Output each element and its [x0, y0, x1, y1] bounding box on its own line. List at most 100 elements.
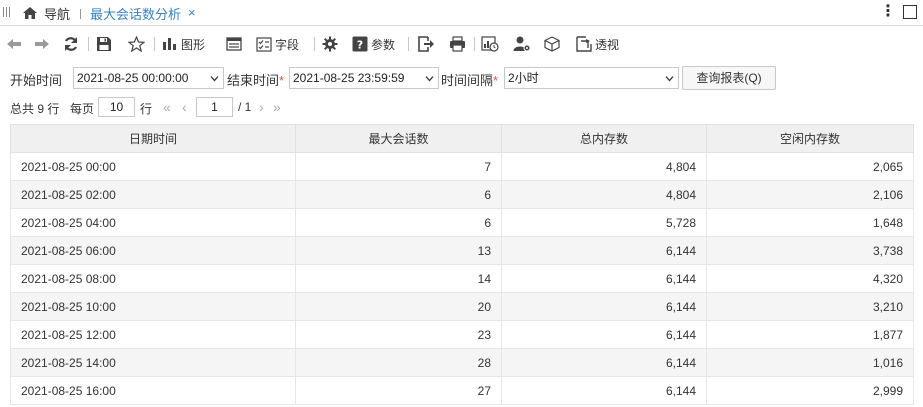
save-icon: [97, 37, 111, 51]
bar-chart-icon: [163, 38, 176, 50]
table-row[interactable]: 2021-08-25 02:00 6 4,804 2,106: [10, 180, 914, 209]
query-report-button[interactable]: 查询报表(Q): [682, 66, 776, 90]
cell-datetime: 2021-08-25 14:00: [10, 348, 296, 377]
cell-max-sessions: 7: [295, 152, 502, 181]
end-time-label: 结束时间*: [227, 73, 285, 88]
current-page-input[interactable]: [196, 97, 233, 117]
pivot-button[interactable]: 透视: [576, 33, 619, 55]
cell-max-sessions: 14: [295, 264, 502, 293]
cell-free-memory: 1,016: [706, 348, 914, 377]
params-button-label: 参数: [371, 37, 396, 52]
cell-datetime: 2021-08-25 16:00: [10, 376, 296, 405]
schedule-button[interactable]: [481, 33, 499, 55]
tab-bar: 导航 最大会话数分析 × ⋮: [0, 0, 923, 26]
table-row[interactable]: 2021-08-25 04:00 6 5,728 1,648: [10, 208, 914, 237]
arrow-right-icon: [35, 39, 49, 49]
printer-icon: [450, 36, 465, 52]
toolbar-divider: [314, 37, 315, 51]
cell-free-memory: 1,877: [706, 320, 914, 349]
cell-datetime: 2021-08-25 06:00: [10, 236, 296, 265]
interval-label: 时间间隔*: [441, 73, 499, 88]
total-pages-text: / 1: [238, 100, 252, 114]
favorite-button[interactable]: [128, 33, 145, 55]
tab-home[interactable]: 导航: [22, 0, 70, 26]
cube-icon: [544, 36, 560, 52]
table-row[interactable]: 2021-08-25 06:00 13 6,144 3,738: [10, 236, 914, 265]
chart-button-label: 图形: [181, 37, 206, 52]
interval-select[interactable]: 2小时: [504, 67, 679, 89]
table-header-row: 日期时间 最大会话数 总内存数 空闲内存数: [10, 124, 914, 153]
forward-button[interactable]: [34, 33, 50, 55]
tab-max-sessions[interactable]: 最大会话数分析: [90, 0, 181, 26]
column-header[interactable]: 空闲内存数: [706, 124, 914, 153]
cell-total-memory: 6,144: [501, 376, 707, 405]
cell-max-sessions: 6: [295, 180, 502, 209]
per-page-input[interactable]: [98, 97, 135, 117]
toolbar-divider: [88, 37, 89, 51]
cell-max-sessions: 28: [295, 348, 502, 377]
rows-unit-label: 行: [140, 102, 153, 116]
column-header[interactable]: 最大会话数: [295, 124, 502, 153]
print-button[interactable]: [449, 33, 466, 55]
end-time-field[interactable]: 2021-08-25 23:59:59: [289, 67, 439, 89]
fields-button-label: 字段: [275, 37, 300, 52]
pager: 总共 9 行 每页 行 « ‹ / 1 › »: [0, 96, 923, 118]
cell-max-sessions: 6: [295, 208, 502, 237]
start-time-label: 开始时间: [10, 73, 63, 88]
cell-total-memory: 5,728: [501, 208, 707, 237]
arrow-left-icon: [7, 39, 21, 49]
cell-datetime: 2021-08-25 04:00: [10, 208, 296, 237]
chart-button[interactable]: 图形: [162, 33, 205, 55]
column-header[interactable]: 总内存数: [501, 124, 707, 153]
drag-grip-icon[interactable]: [3, 7, 13, 19]
toolbar-divider: [408, 37, 409, 51]
gear-icon: [322, 36, 338, 52]
table-row[interactable]: 2021-08-25 10:00 20 6,144 3,210: [10, 292, 914, 321]
checklist-icon: [256, 36, 272, 52]
settings-button[interactable]: [322, 33, 338, 55]
layout-button[interactable]: [226, 33, 242, 55]
layout-icon: [226, 37, 242, 51]
first-page-icon[interactable]: «: [163, 100, 171, 114]
more-vertical-icon[interactable]: ⋮: [880, 3, 896, 21]
export-button[interactable]: [418, 33, 435, 55]
toolbar-divider: [154, 37, 155, 51]
pivot-icon: [576, 36, 592, 52]
chevron-down-icon: [210, 76, 219, 82]
cell-total-memory: 6,144: [501, 292, 707, 321]
toolbar-divider: [474, 37, 475, 51]
data-table: 日期时间 最大会话数 总内存数 空闲内存数 2021-08-25 00:00 7…: [10, 124, 914, 405]
cube-button[interactable]: [544, 33, 561, 55]
user-settings-button[interactable]: [513, 33, 531, 55]
cell-datetime: 2021-08-25 08:00: [10, 264, 296, 293]
save-button[interactable]: [96, 33, 112, 55]
user-gear-icon: [513, 36, 531, 52]
params-button[interactable]: ? 参数: [352, 33, 395, 55]
chevron-down-icon: [425, 76, 434, 82]
last-page-icon[interactable]: »: [273, 100, 281, 114]
table-row[interactable]: 2021-08-25 16:00 27 6,144 2,999: [10, 376, 914, 405]
table-row[interactable]: 2021-08-25 12:00 23 6,144 1,877: [10, 320, 914, 349]
cell-free-memory: 3,210: [706, 292, 914, 321]
maximize-icon[interactable]: [903, 5, 917, 19]
table-row[interactable]: 2021-08-25 00:00 7 4,804 2,065: [10, 152, 914, 181]
next-page-icon[interactable]: ›: [259, 100, 264, 114]
close-icon[interactable]: ×: [188, 6, 196, 20]
pivot-button-label: 透视: [595, 37, 620, 52]
start-time-field[interactable]: 2021-08-25 00:00:00: [73, 67, 224, 89]
back-button[interactable]: [6, 33, 22, 55]
tab-active-label: 最大会话数分析: [90, 6, 182, 22]
cell-max-sessions: 23: [295, 320, 502, 349]
cell-free-memory: 2,106: [706, 180, 914, 209]
cell-max-sessions: 27: [295, 376, 502, 405]
fields-button[interactable]: 字段: [256, 33, 299, 55]
table-row[interactable]: 2021-08-25 14:00 28 6,144 1,016: [10, 348, 914, 377]
svg-text:?: ?: [357, 39, 363, 52]
refresh-button[interactable]: [63, 33, 79, 55]
cell-total-memory: 6,144: [501, 236, 707, 265]
refresh-icon: [64, 37, 78, 51]
column-header[interactable]: 日期时间: [10, 124, 296, 153]
table-row[interactable]: 2021-08-25 08:00 14 6,144 4,320: [10, 264, 914, 293]
prev-page-icon[interactable]: ‹: [182, 100, 187, 114]
cell-free-memory: 4,320: [706, 264, 914, 293]
